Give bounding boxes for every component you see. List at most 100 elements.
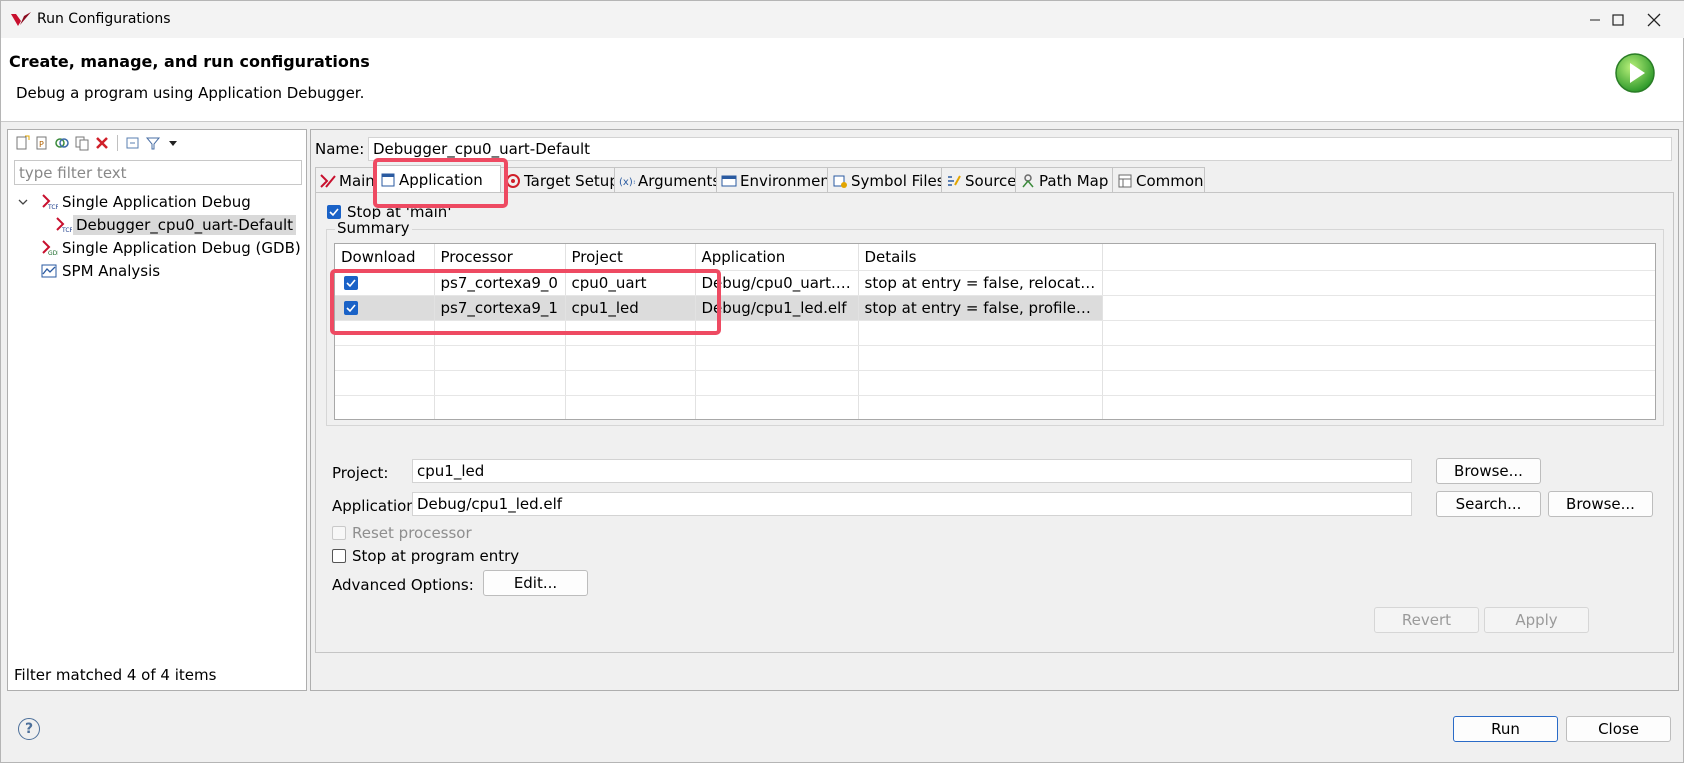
table-row[interactable]: ps7_cortexa9_1 cpu1_led Debug/cpu1_led.e… bbox=[335, 295, 1655, 321]
configuration-editor-panel: Name: Main Application Target Setup (x)=… bbox=[310, 129, 1679, 691]
delete-icon[interactable] bbox=[94, 135, 110, 151]
revert-button[interactable]: Revert bbox=[1374, 607, 1479, 633]
name-label: Name: bbox=[315, 140, 365, 158]
filler-cell bbox=[1102, 295, 1655, 321]
run-button[interactable]: Run bbox=[1453, 716, 1558, 742]
tab-source[interactable]: Source bbox=[941, 167, 1017, 193]
tab-environment[interactable]: Environment bbox=[716, 167, 836, 193]
tcf-config-icon: TCF bbox=[54, 216, 72, 234]
application-cell: Debug/cpu1_led.elf bbox=[695, 295, 859, 321]
tab-application[interactable]: Application bbox=[375, 165, 501, 193]
column-header-download[interactable]: Download bbox=[335, 244, 435, 271]
toolbar-separator bbox=[117, 135, 118, 151]
download-cell[interactable] bbox=[335, 295, 435, 321]
tab-path-map[interactable]: Path Map bbox=[1015, 167, 1113, 193]
tab-label: Source bbox=[965, 171, 1017, 190]
banner-subtitle: Debug a program using Application Debugg… bbox=[16, 84, 365, 102]
svg-text:GDB: GDB bbox=[48, 250, 58, 257]
tree-item-single-application-debug[interactable]: TCF Single Application Debug bbox=[8, 190, 306, 213]
new-prototype-icon[interactable]: P bbox=[34, 135, 50, 151]
advanced-edit-button[interactable]: Edit... bbox=[483, 570, 588, 596]
configuration-toolbar: P bbox=[8, 130, 306, 156]
tab-common[interactable]: Common bbox=[1112, 167, 1205, 193]
project-input[interactable] bbox=[412, 459, 1412, 483]
stop-at-entry-checkbox-row[interactable]: Stop at program entry bbox=[332, 547, 519, 565]
tab-arguments[interactable]: (x)= Arguments bbox=[614, 167, 720, 193]
checkmark-icon bbox=[346, 278, 356, 287]
spm-analysis-icon bbox=[40, 262, 58, 280]
svg-text:TCF: TCF bbox=[47, 204, 58, 211]
application-browse-button[interactable]: Browse... bbox=[1548, 491, 1653, 517]
title-bar: Run Configurations bbox=[1, 1, 1684, 38]
filter-icon[interactable] bbox=[145, 135, 161, 151]
details-cell[interactable]: stop at entry = false, profile ena... bbox=[858, 295, 1103, 321]
source-icon bbox=[946, 173, 962, 189]
svg-text:P: P bbox=[39, 140, 44, 149]
project-cell: cpu0_uart bbox=[565, 270, 696, 296]
tree-item-spm-analysis[interactable]: SPM Analysis bbox=[8, 259, 306, 282]
column-header-details[interactable]: Details bbox=[858, 244, 1103, 271]
stop-at-entry-checkbox[interactable] bbox=[332, 549, 346, 563]
tab-symbol-files[interactable]: Symbol Files bbox=[827, 167, 945, 193]
name-input[interactable] bbox=[368, 137, 1672, 161]
table-row[interactable]: ps7_cortexa9_0 cpu0_uart Debug/cpu0_uart… bbox=[335, 270, 1655, 296]
application-search-button[interactable]: Search... bbox=[1436, 491, 1541, 517]
tree-item-label: Single Application Debug bbox=[62, 192, 251, 211]
view-menu-chevron-down-icon[interactable] bbox=[165, 135, 181, 151]
link-prototype-icon[interactable] bbox=[54, 135, 70, 151]
tree-item-label: Single Application Debug (GDB) bbox=[62, 238, 301, 257]
path-map-icon bbox=[1020, 173, 1036, 189]
table-row-empty bbox=[335, 345, 1655, 371]
tcf-debug-icon: TCF bbox=[40, 193, 58, 211]
reset-processor-checkbox bbox=[332, 526, 346, 540]
project-browse-button[interactable]: Browse... bbox=[1436, 458, 1541, 484]
svg-text:TCF: TCF bbox=[61, 227, 72, 234]
column-header-processor[interactable]: Processor bbox=[434, 244, 566, 271]
filter-status: Filter matched 4 of 4 items bbox=[14, 666, 217, 684]
tree-item-label: SPM Analysis bbox=[62, 261, 161, 280]
column-header-application[interactable]: Application bbox=[695, 244, 859, 271]
chevron-down-icon[interactable] bbox=[16, 195, 30, 209]
filter-input[interactable] bbox=[14, 160, 302, 185]
filler-cell bbox=[1102, 270, 1655, 296]
maximize-icon bbox=[1612, 14, 1624, 26]
window-title: Run Configurations bbox=[37, 11, 171, 27]
close-window-button[interactable] bbox=[1631, 7, 1677, 33]
new-config-icon[interactable] bbox=[14, 135, 30, 151]
download-checkbox[interactable] bbox=[344, 300, 358, 315]
tab-label: Environment bbox=[740, 171, 836, 190]
collapse-all-icon[interactable] bbox=[125, 135, 141, 151]
application-label: Application: bbox=[332, 497, 421, 515]
tab-main[interactable]: Main bbox=[315, 167, 376, 193]
target-icon bbox=[505, 173, 521, 189]
arguments-icon: (x)= bbox=[619, 173, 635, 189]
stop-at-entry-label: Stop at program entry bbox=[352, 547, 520, 565]
help-icon[interactable]: ? bbox=[18, 718, 40, 740]
stop-at-main-checkbox[interactable] bbox=[327, 205, 341, 219]
vitis-logo-icon bbox=[11, 12, 31, 26]
application-input[interactable] bbox=[412, 492, 1412, 516]
checkmark-icon bbox=[329, 208, 339, 217]
table-row-empty bbox=[335, 395, 1655, 419]
download-checkbox[interactable] bbox=[344, 275, 358, 290]
tree-item-debugger-cpu0-uart-default[interactable]: TCF Debugger_cpu0_uart-Default bbox=[8, 213, 306, 236]
apply-button[interactable]: Apply bbox=[1484, 607, 1589, 633]
xilinx-main-icon bbox=[320, 173, 336, 189]
checkmark-icon bbox=[346, 303, 356, 312]
run-configurations-dialog: Run Configurations Create, manage, and r… bbox=[0, 0, 1684, 763]
project-cell: cpu1_led bbox=[565, 295, 696, 321]
close-button[interactable]: Close bbox=[1566, 716, 1671, 742]
header-banner: Create, manage, and run configurations D… bbox=[1, 38, 1683, 122]
summary-table-container: Download Processor Project Application D… bbox=[334, 243, 1656, 420]
duplicate-icon[interactable] bbox=[74, 135, 90, 151]
tree-item-single-application-debug-gdb[interactable]: GDB Single Application Debug (GDB) bbox=[8, 236, 306, 259]
gdb-debug-icon: GDB bbox=[40, 239, 58, 257]
reset-processor-label: Reset processor bbox=[352, 524, 472, 542]
application-cell: Debug/cpu0_uart.elf bbox=[695, 270, 859, 296]
table-row-empty bbox=[335, 320, 1655, 346]
application-tab-content: Stop at 'main' Summary Download Processo… bbox=[315, 192, 1674, 653]
download-cell[interactable] bbox=[335, 270, 435, 296]
tab-target-setup[interactable]: Target Setup bbox=[500, 167, 619, 193]
details-cell[interactable]: stop at entry = false, relocate elf... bbox=[858, 270, 1103, 296]
column-header-project[interactable]: Project bbox=[565, 244, 696, 271]
